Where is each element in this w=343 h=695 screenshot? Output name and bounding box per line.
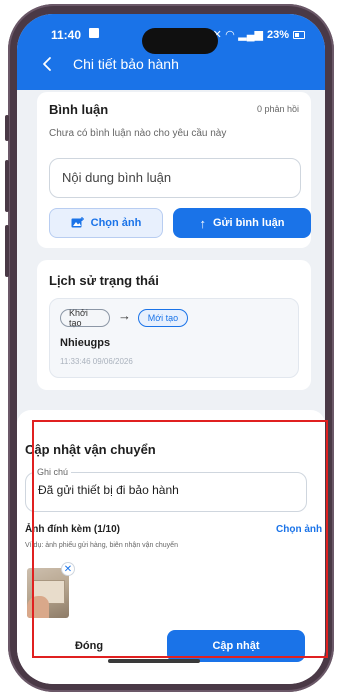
- close-button[interactable]: Đóng: [39, 630, 139, 662]
- close-button-label: Đóng: [74, 640, 104, 652]
- comments-count: 0 phản hồi: [256, 104, 299, 114]
- choose-image-label: Chọn ảnh: [90, 217, 142, 229]
- attachment-thumbnail[interactable]: [27, 568, 69, 618]
- update-button[interactable]: Cập nhật: [167, 630, 305, 662]
- comment-input[interactable]: Nội dung bình luận: [49, 158, 301, 198]
- screen: 11:40 ✕ ◠ ▂▄▆ 23% Chi tiết bảo hành Bình…: [17, 14, 325, 684]
- status-pill-to: Mới tạo: [138, 309, 188, 327]
- side-button: [5, 115, 9, 141]
- comment-input-placeholder: Nội dung bình luận: [62, 170, 172, 185]
- signal-icon: ▂▄▆: [238, 29, 263, 41]
- arrow-right-icon: →: [118, 308, 131, 323]
- note-field-value: Đã gửi thiết bị đi bảo hành: [38, 483, 179, 497]
- status-indicators: ✕ ◠ ▂▄▆ 23%: [213, 28, 305, 41]
- side-button: [5, 160, 9, 212]
- send-comment-button[interactable]: ↑ Gửi bình luận: [173, 208, 311, 238]
- home-indicator: [108, 659, 200, 663]
- comments-title: Bình luận: [49, 102, 109, 117]
- arrow-up-icon: ↑: [199, 215, 206, 231]
- history-user: Nhieugps: [60, 337, 111, 349]
- shipping-title: Cập nhật vận chuyển: [25, 442, 156, 457]
- wifi-icon: ◠: [225, 29, 235, 41]
- status-pill-from: Khởi tạo: [60, 308, 110, 328]
- comments-card: Bình luận 0 phản hồi Chưa có bình luận n…: [37, 92, 311, 248]
- page-title: Chi tiết bảo hành: [73, 56, 179, 72]
- battery-icon: [293, 30, 305, 39]
- gallery-notification-icon: [89, 28, 99, 38]
- note-field-label: Ghi chú: [34, 467, 72, 477]
- remove-attachment-icon[interactable]: ✕: [61, 562, 75, 576]
- shipping-update-sheet: Cập nhật vận chuyển Ghi chú Đã gửi thiết…: [17, 410, 325, 684]
- attachments-label: Ảnh đính kèm (1/10): [25, 524, 121, 535]
- send-comment-label: Gửi bình luận: [212, 217, 285, 229]
- battery-percent: 23%: [266, 28, 289, 41]
- attachments-hint: Ví dụ: ảnh phiếu gửi hàng, biên nhận vận…: [25, 542, 178, 549]
- history-timestamp: 11:33:46 09/06/2026: [60, 357, 133, 366]
- choose-image-link[interactable]: Chọn ảnh: [276, 524, 322, 535]
- app-header: 11:40 ✕ ◠ ▂▄▆ 23% Chi tiết bảo hành: [17, 14, 325, 90]
- back-arrow-icon[interactable]: [41, 56, 55, 72]
- add-photo-icon: [71, 217, 84, 228]
- comments-empty-text: Chưa có bình luận nào cho yêu cầu này: [49, 128, 227, 139]
- hand-image: [27, 596, 49, 618]
- choose-image-button[interactable]: Chọn ảnh: [49, 208, 163, 238]
- update-button-label: Cập nhật: [212, 640, 260, 652]
- status-history-card: Lịch sử trạng thái Khởi tạo → Mới tạo Nh…: [37, 260, 311, 390]
- status-time: 11:40: [51, 28, 82, 42]
- side-button: [5, 225, 9, 277]
- history-entry: Khởi tạo → Mới tạo Nhieugps 11:33:46 09/…: [49, 298, 299, 378]
- dynamic-island: [142, 28, 218, 54]
- note-field[interactable]: Ghi chú Đã gửi thiết bị đi bảo hành: [25, 467, 307, 512]
- status-history-title: Lịch sử trạng thái: [49, 273, 159, 288]
